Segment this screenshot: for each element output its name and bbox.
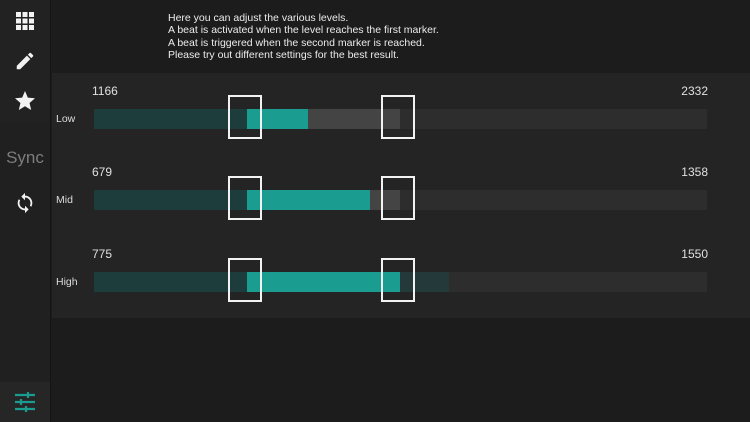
level-min: 1166 bbox=[92, 84, 118, 98]
star-icon bbox=[15, 91, 35, 110]
level-row-mid: 679 1358 Mid bbox=[52, 154, 750, 234]
activation-marker[interactable] bbox=[228, 258, 262, 302]
level-max: 2332 bbox=[681, 84, 708, 98]
level-min: 679 bbox=[92, 165, 113, 179]
sync-label: Sync bbox=[6, 148, 44, 167]
level-base-fill bbox=[94, 272, 247, 292]
sliders-icon bbox=[15, 392, 35, 412]
activation-marker[interactable] bbox=[228, 95, 262, 139]
sync-icon bbox=[17, 192, 33, 214]
level-base-fill bbox=[94, 190, 247, 210]
trigger-marker[interactable] bbox=[381, 258, 415, 302]
level-row-low: 1166 2332 Low bbox=[52, 73, 750, 153]
level-max: 1550 bbox=[681, 247, 708, 261]
level-base-fill bbox=[94, 109, 247, 129]
level-min: 775 bbox=[92, 247, 113, 261]
sidebar-item-grid[interactable] bbox=[0, 2, 50, 40]
grid-icon bbox=[16, 12, 34, 30]
level-label: High bbox=[56, 276, 78, 288]
activation-marker[interactable] bbox=[228, 176, 262, 220]
trigger-marker[interactable] bbox=[381, 95, 415, 139]
intro-text: Here you can adjust the various levels. … bbox=[168, 12, 588, 61]
level-label: Low bbox=[56, 113, 76, 125]
pencil-icon bbox=[16, 52, 34, 70]
intro-line: Please try out different settings for th… bbox=[168, 48, 399, 61]
level-label: Mid bbox=[56, 194, 73, 206]
level-row-high: 775 1550 High bbox=[52, 236, 750, 316]
intro-line: Here you can adjust the various levels. bbox=[168, 12, 349, 24]
trigger-marker[interactable] bbox=[381, 176, 415, 220]
settings-button[interactable] bbox=[0, 382, 50, 422]
level-active-fill bbox=[247, 272, 400, 292]
level-active-fill bbox=[247, 190, 370, 210]
intro-line: A beat is activated when the level reach… bbox=[168, 24, 439, 37]
intro-line: A beat is triggered when the second mark… bbox=[168, 36, 425, 49]
sidebar-item-favorites[interactable] bbox=[0, 82, 50, 120]
sync-button[interactable] bbox=[0, 184, 50, 222]
sidebar: Sync bbox=[0, 0, 51, 422]
levels-panel: 1166 2332 Low 679 1358 Mid 775 1550 High bbox=[52, 73, 750, 318]
level-max: 1358 bbox=[681, 165, 708, 179]
sidebar-item-edit[interactable] bbox=[0, 42, 50, 80]
